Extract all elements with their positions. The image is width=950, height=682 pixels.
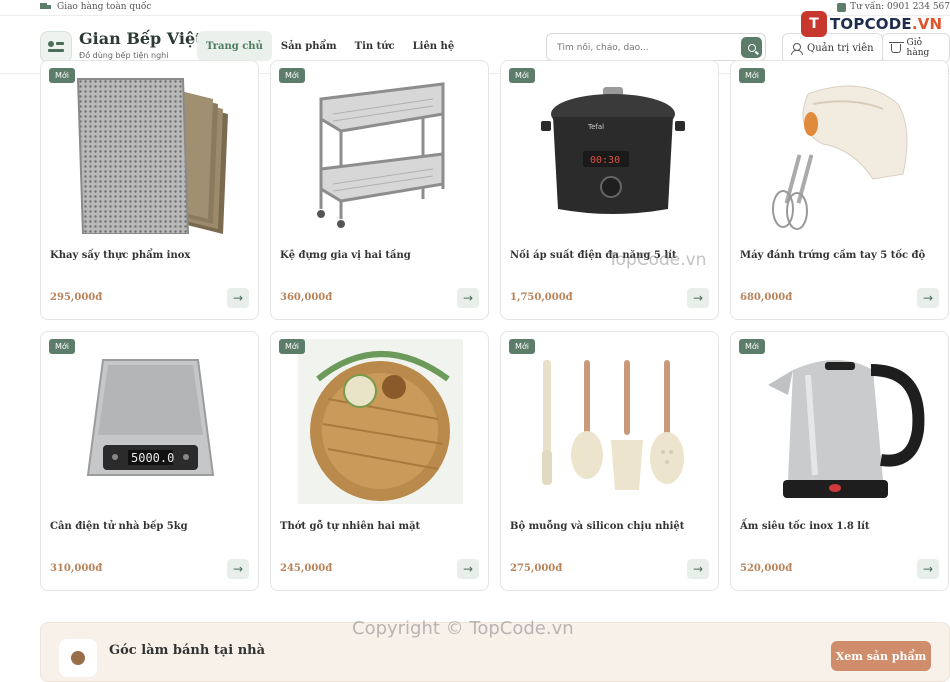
product-card[interactable]: Mới Khay sấy thực phẩm inox 295,000đ → (40, 60, 259, 320)
new-badge: Mới (279, 68, 306, 83)
admin-label: Quản trị viên (807, 42, 874, 54)
nav-news[interactable]: Tin tức (346, 31, 404, 61)
nav-contact[interactable]: Liên hệ (404, 31, 464, 61)
new-badge: Mới (49, 339, 76, 354)
nav-products[interactable]: Sản phẩm (272, 31, 346, 61)
new-badge: Mới (49, 68, 76, 83)
product-price: 360,000đ (280, 292, 333, 303)
product-image (63, 69, 238, 234)
product-image (523, 340, 698, 505)
new-badge: Mới (509, 68, 536, 83)
shipping-text: Giao hàng toàn quốc (57, 2, 152, 12)
product-image (753, 340, 928, 505)
topcode-watermark-logo: T TOPCODE.VN (801, 11, 942, 37)
cart-icon (889, 41, 904, 53)
search-icon (747, 43, 756, 52)
product-name: Khay sấy thực phẩm inox (50, 250, 191, 261)
view-product-button[interactable]: → (227, 288, 249, 308)
kitchen-logo-icon (48, 40, 64, 54)
view-product-button[interactable]: → (687, 559, 709, 579)
product-image (293, 69, 468, 234)
user-icon (791, 42, 803, 55)
arrow-right-icon: → (692, 291, 704, 305)
view-product-button[interactable]: → (457, 288, 479, 308)
product-card[interactable]: Mới Máy đánh trứng cầm tay 5 tốc độ 680,… (730, 60, 949, 320)
product-image (298, 339, 463, 504)
product-image: Tefal 00:30 (523, 69, 698, 234)
search-box (546, 33, 766, 61)
view-product-button[interactable]: → (917, 559, 939, 579)
view-product-button[interactable]: → (457, 559, 479, 579)
product-name: Máy đánh trứng cầm tay 5 tốc độ (740, 250, 926, 261)
new-badge: Mới (509, 339, 536, 354)
shipping-info: Giao hàng toàn quốc (40, 2, 151, 12)
product-name: Kệ đựng gia vị hai tầng (280, 250, 411, 261)
product-card[interactable]: Mới 5000.0 Cân điện tử nhà bếp 5kg 310,0… (40, 331, 259, 591)
topcode-badge: T (801, 11, 827, 37)
product-price: 1,750,000đ (510, 292, 573, 303)
arrow-right-icon: → (232, 562, 244, 576)
brand[interactable]: Gian Bếp Việt Đồ dùng bếp tiện nghi (79, 29, 203, 60)
main-nav: Trang chủ Sản phẩm Tin tức Liên hệ (197, 31, 463, 61)
view-product-button[interactable]: → (227, 559, 249, 579)
search-button[interactable] (741, 37, 762, 58)
product-name: Thớt gỗ tự nhiên hai mặt (280, 521, 421, 532)
product-card[interactable]: Mới Tefal 00:30 Nồi áp suất điện đa năng… (500, 60, 719, 320)
cookie-icon (71, 651, 85, 665)
product-name: Cân điện tử nhà bếp 5kg (50, 521, 188, 532)
topcode-wordmark: TOPCODE.VN (830, 15, 943, 33)
banner-icon-box (59, 639, 97, 677)
cart-label: Giỏ hàng (906, 38, 930, 58)
brand-name: Gian Bếp Việt (79, 29, 203, 48)
product-card[interactable]: Mới Thớt gỗ tự nhiên hai mặt 245,000đ → (270, 331, 489, 591)
new-badge: Mới (739, 339, 766, 354)
copyright-watermark: Copyright © TopCode.vn (352, 618, 574, 639)
arrow-right-icon: → (692, 562, 704, 576)
arrow-right-icon: → (462, 562, 474, 576)
banner-title: Góc làm bánh tại nhà (109, 643, 266, 658)
admin-button[interactable]: Quản trị viên (782, 33, 883, 63)
nav-home[interactable]: Trang chủ (197, 31, 272, 61)
new-badge: Mới (279, 339, 306, 354)
center-watermark: TopCode.vn (608, 250, 707, 270)
product-card[interactable]: Mới Kệ đựng gia vị hai tầng 360,000đ → (270, 60, 489, 320)
view-product-button[interactable]: → (687, 288, 709, 308)
product-image (753, 69, 928, 234)
product-price: 275,000đ (510, 563, 563, 574)
svg-text:00:30: 00:30 (590, 155, 620, 166)
arrow-right-icon: → (922, 562, 934, 576)
new-badge: Mới (739, 68, 766, 83)
view-products-button[interactable]: Xem sản phẩm (831, 641, 931, 671)
search-input[interactable] (557, 39, 732, 56)
product-image: 5000.0 (63, 340, 238, 505)
truck-icon (40, 3, 52, 11)
arrow-right-icon: → (232, 291, 244, 305)
product-card[interactable]: Mới Bộ muỗng và silicon chịu nhiệt 275,0 (500, 331, 719, 591)
product-price: 520,000đ (740, 563, 793, 574)
product-name: Bộ muỗng và silicon chịu nhiệt (510, 521, 685, 532)
product-price: 245,000đ (280, 563, 333, 574)
product-price: 680,000đ (740, 292, 793, 303)
scale-display: 5000.0 (131, 451, 174, 465)
arrow-right-icon: → (462, 291, 474, 305)
product-price: 310,000đ (50, 563, 103, 574)
product-price: 295,000đ (50, 292, 103, 303)
view-product-button[interactable]: → (917, 288, 939, 308)
logo[interactable] (40, 31, 72, 63)
product-card[interactable]: Mới Ấm siêu tốc inox 1.8 lít 520,000đ → (730, 331, 949, 591)
arrow-right-icon: → (922, 291, 934, 305)
brand-tagline: Đồ dùng bếp tiện nghi (79, 51, 169, 60)
product-name: Ấm siêu tốc inox 1.8 lít (740, 521, 870, 532)
svg-text:Tefal: Tefal (587, 123, 604, 131)
cart-button[interactable]: Giỏ hàng (882, 33, 950, 63)
